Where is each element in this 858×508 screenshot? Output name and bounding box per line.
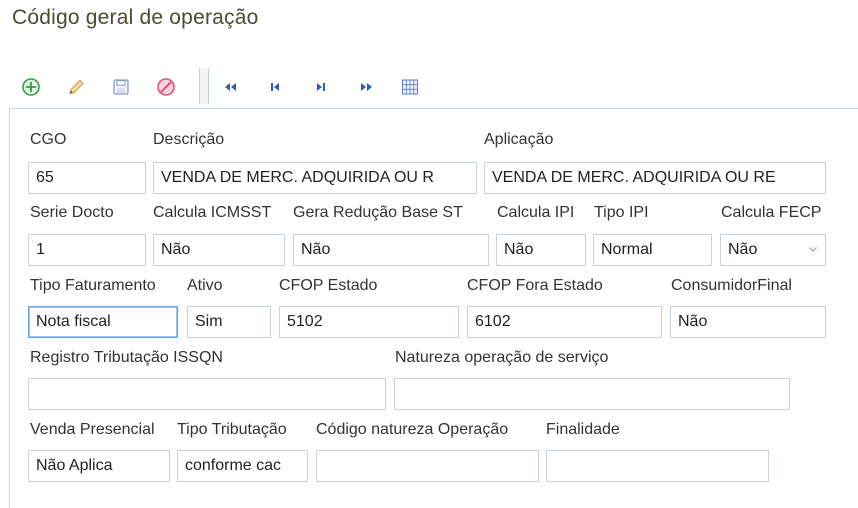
last-record-button[interactable] bbox=[356, 76, 378, 98]
ativo-field[interactable]: Sim bbox=[187, 306, 271, 338]
descricao-label: Descrição bbox=[153, 131, 225, 148]
natureza-operacao-servico-label: Natureza operação de serviço bbox=[395, 349, 609, 366]
tipo-tributacao-label: Tipo Tributação bbox=[177, 421, 287, 438]
codigo-natureza-operacao-field[interactable] bbox=[316, 450, 539, 482]
calcula-ipi-field[interactable]: Não bbox=[496, 234, 586, 266]
cfop-fora-estado-label: CFOP Fora Estado bbox=[467, 277, 603, 294]
venda-presencial-field[interactable]: Não Aplica bbox=[28, 450, 170, 482]
grid-icon bbox=[402, 79, 418, 95]
next-record-button[interactable] bbox=[310, 76, 332, 98]
double-chevron-right-icon bbox=[361, 83, 372, 91]
cfop-estado-label: CFOP Estado bbox=[279, 277, 378, 294]
cgo-label: CGO bbox=[30, 131, 67, 148]
registro-tributacao-issqn-field[interactable] bbox=[28, 378, 386, 410]
toolbar-separator bbox=[199, 68, 209, 104]
finalidade-field[interactable] bbox=[546, 450, 769, 482]
floppy-disk-icon bbox=[113, 79, 129, 95]
serie-docto-label: Serie Docto bbox=[30, 204, 114, 221]
add-button[interactable] bbox=[20, 76, 42, 98]
tipo-ipi-label: Tipo IPI bbox=[594, 204, 649, 221]
tipo-ipi-field[interactable]: Normal bbox=[593, 234, 712, 266]
tipo-faturamento-field[interactable]: Nota fiscal bbox=[28, 306, 178, 338]
first-record-button[interactable] bbox=[219, 76, 241, 98]
tipo-faturamento-label: Tipo Faturamento bbox=[30, 277, 156, 294]
plus-circle-icon bbox=[22, 78, 40, 96]
cfop-estado-field[interactable]: 5102 bbox=[279, 306, 459, 338]
descricao-field[interactable]: VENDA DE MERC. ADQUIRIDA OU R bbox=[153, 162, 477, 194]
aplicacao-field[interactable]: VENDA DE MERC. ADQUIRIDA OU RE bbox=[484, 162, 826, 194]
tipo-tributacao-field[interactable]: conforme cac bbox=[177, 450, 308, 482]
calcula-icmsst-label: Calcula ICMSST bbox=[153, 204, 272, 221]
venda-presencial-label: Venda Presencial bbox=[30, 421, 155, 438]
gera-reducao-base-st-label: Gera Redução Base ST bbox=[293, 204, 463, 221]
consumidor-final-field[interactable]: Não bbox=[670, 306, 826, 338]
finalidade-label: Finalidade bbox=[546, 421, 620, 438]
consumidor-final-label: ConsumidorFinal bbox=[671, 277, 792, 294]
toolbar bbox=[10, 66, 858, 106]
calcula-fecp-label: Calcula FECP bbox=[721, 204, 822, 221]
aplicacao-label: Aplicação bbox=[484, 131, 554, 148]
natureza-operacao-servico-field[interactable] bbox=[394, 378, 790, 410]
previous-record-button[interactable] bbox=[264, 76, 286, 98]
prohibited-icon bbox=[157, 78, 175, 96]
pencil-icon bbox=[69, 79, 84, 95]
gera-reducao-base-st-field[interactable]: Não bbox=[293, 234, 489, 266]
double-chevron-left-icon bbox=[225, 83, 236, 91]
cfop-fora-estado-field[interactable]: 6102 bbox=[467, 306, 662, 338]
edit-button[interactable] bbox=[65, 76, 87, 98]
calcula-fecp-select[interactable]: Não bbox=[720, 234, 826, 266]
calcula-ipi-label: Calcula IPI bbox=[497, 204, 575, 221]
calcula-fecp-value: Não bbox=[728, 241, 758, 258]
codigo-natureza-operacao-label: Código natureza Operação bbox=[316, 421, 509, 438]
ativo-label: Ativo bbox=[187, 277, 223, 294]
step-forward-icon bbox=[317, 83, 325, 91]
page-title: Código geral de operação bbox=[12, 6, 259, 29]
calcula-icmsst-field[interactable]: Não bbox=[153, 234, 285, 266]
registro-tributacao-issqn-label: Registro Tributação ISSQN bbox=[30, 349, 223, 366]
save-button[interactable] bbox=[110, 76, 132, 98]
cancel-button[interactable] bbox=[155, 76, 177, 98]
chevron-down-icon bbox=[809, 247, 817, 252]
grid-view-button[interactable] bbox=[399, 76, 421, 98]
step-back-icon bbox=[271, 83, 279, 91]
cgo-field[interactable]: 65 bbox=[28, 162, 146, 194]
serie-docto-field[interactable]: 1 bbox=[28, 234, 146, 266]
